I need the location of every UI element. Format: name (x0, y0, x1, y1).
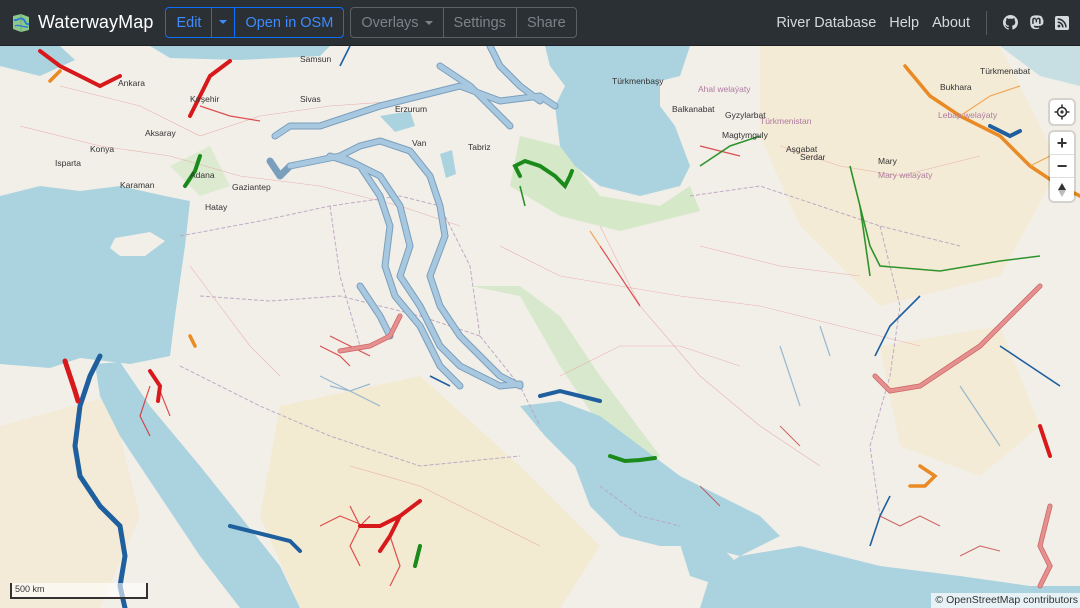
zoom-in-button[interactable]: + (1050, 132, 1074, 155)
edit-dropdown-toggle[interactable] (211, 7, 236, 38)
mastodon-icon[interactable] (1028, 15, 1044, 31)
brand[interactable]: WaterwayMap (10, 12, 153, 34)
nav-link-river-database[interactable]: River Database (776, 15, 876, 31)
chevron-down-icon (219, 19, 228, 24)
waterwaymap-logo-icon (13, 13, 30, 32)
zoom-out-button[interactable]: − (1050, 155, 1074, 178)
nav-link-about[interactable]: About (932, 15, 970, 31)
map-canvas[interactable]: Ankara Kırşehir Aksaray Konya Isparta Ka… (0, 46, 1080, 608)
map-svg (0, 46, 1080, 608)
top-navbar: WaterwayMap Edit Open in OSM Overlays Se… (0, 0, 1080, 46)
settings-button[interactable]: Settings (442, 7, 517, 38)
nav-right: River Database Help About (763, 10, 1080, 35)
overlays-label: Overlays (361, 14, 419, 31)
rss-icon[interactable] (1054, 15, 1070, 31)
brand-name: WaterwayMap (38, 12, 154, 32)
share-button[interactable]: Share (515, 7, 577, 38)
chevron-down-icon (424, 20, 433, 25)
copyright-symbol: © (935, 594, 944, 606)
nav-divider (986, 10, 987, 35)
github-icon[interactable] (1002, 15, 1018, 31)
edit-button[interactable]: Edit (165, 7, 213, 38)
nav-link-help[interactable]: Help (889, 15, 919, 31)
locate-icon (1054, 104, 1070, 120)
edit-button-group: Edit Open in OSM (165, 7, 345, 38)
compass-icon (1058, 182, 1066, 197)
compass-button[interactable] (1050, 178, 1074, 201)
geolocate-button[interactable] (1050, 100, 1074, 124)
zoom-controls: + − (1050, 132, 1074, 201)
map-attribution: © OpenStreetMap contributors (931, 593, 1080, 608)
scale-bar: 500 km (10, 583, 148, 599)
view-button-group: Overlays Settings Share (350, 7, 577, 38)
open-in-osm-button[interactable]: Open in OSM (234, 7, 345, 38)
overlays-button[interactable]: Overlays (350, 7, 444, 38)
attribution-link[interactable]: OpenStreetMap contributors (946, 594, 1078, 606)
